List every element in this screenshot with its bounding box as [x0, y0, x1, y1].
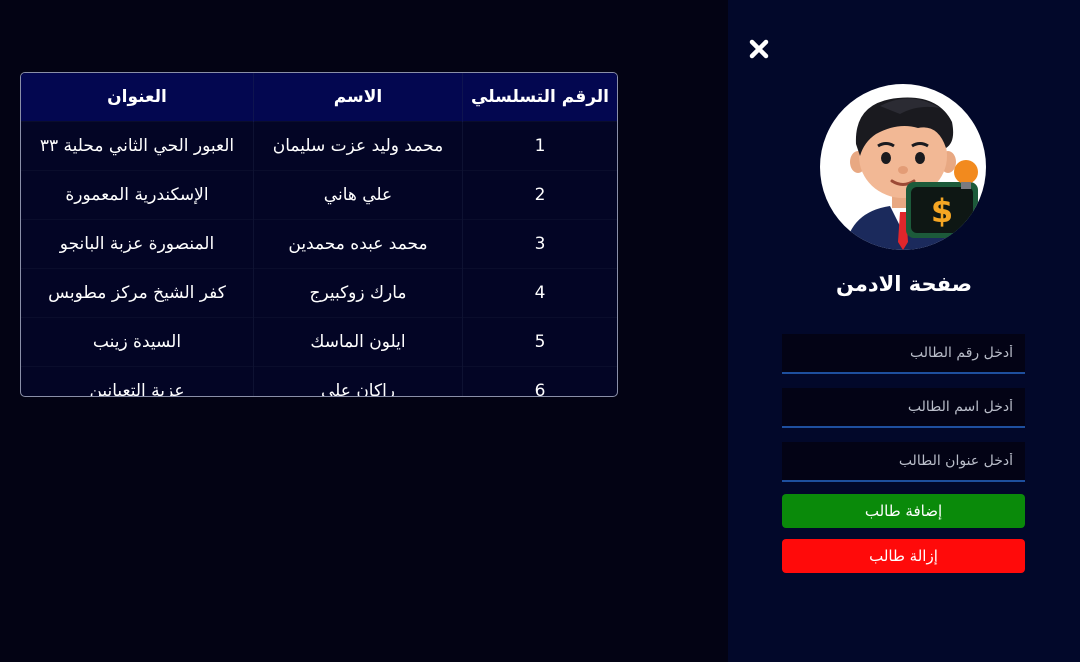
cell-name: مارك زوكبيرج — [253, 268, 463, 318]
table-row[interactable]: 1 محمد وليد عزت سليمان العبور الحي الثان… — [21, 121, 617, 171]
student-id-input[interactable] — [782, 334, 1025, 374]
cell-id: 4 — [462, 268, 617, 318]
cell-name: محمد وليد عزت سليمان — [253, 121, 463, 171]
cell-id: 2 — [462, 170, 617, 220]
header-id: الرقم التسلسلي — [462, 73, 617, 122]
cell-address: الإسكندرية المعمورة — [21, 170, 254, 220]
cell-id: 6 — [462, 366, 617, 396]
students-table-container: الرقم التسلسلي الاسم العنوان 1 محمد وليد… — [20, 72, 618, 397]
table-header-row: الرقم التسلسلي الاسم العنوان — [21, 73, 617, 122]
table-row[interactable]: 5 ايلون الماسك السيدة زينب — [21, 317, 617, 367]
cell-id: 1 — [462, 121, 617, 171]
cell-name: محمد عبده محمدين — [253, 219, 463, 269]
cell-address: السيدة زينب — [21, 317, 254, 367]
table-row[interactable]: 4 مارك زوكبيرج كفر الشيخ مركز مطوبس — [21, 268, 617, 318]
svg-text:$: $ — [931, 192, 953, 230]
page-title: صفحة الادمن — [835, 272, 973, 296]
cell-name: ايلون الماسك — [253, 317, 463, 367]
admin-sidebar: $ صفحة الادمن إضافة طالب إزالة طالب — [728, 0, 1080, 662]
students-table: الرقم التسلسلي الاسم العنوان 1 محمد وليد… — [21, 73, 617, 396]
remove-student-button[interactable]: إزالة طالب — [782, 539, 1025, 573]
cell-id: 3 — [462, 219, 617, 269]
student-address-input[interactable] — [782, 442, 1025, 482]
student-name-input[interactable] — [782, 388, 1025, 428]
table-row[interactable]: 6 راكان علي عزبة التعبانين — [21, 366, 617, 396]
header-name: الاسم — [253, 73, 463, 122]
header-address: العنوان — [21, 73, 254, 122]
add-student-button[interactable]: إضافة طالب — [782, 494, 1025, 528]
table-row[interactable]: 2 علي هاني الإسكندرية المعمورة — [21, 170, 617, 220]
cell-id: 5 — [462, 317, 617, 367]
cell-name: علي هاني — [253, 170, 463, 220]
cell-address: المنصورة عزبة البانجو — [21, 219, 254, 269]
cell-name: راكان علي — [253, 366, 463, 396]
main-content: الرقم التسلسلي الاسم العنوان 1 محمد وليد… — [0, 0, 728, 662]
cell-address: عزبة التعبانين — [21, 366, 254, 396]
cell-address: كفر الشيخ مركز مطوبس — [21, 268, 254, 318]
admin-avatar: $ — [820, 84, 986, 250]
close-icon[interactable] — [748, 38, 770, 60]
cell-address: العبور الحي الثاني محلية ٣٣ — [21, 121, 254, 171]
table-row[interactable]: 3 محمد عبده محمدين المنصورة عزبة البانجو — [21, 219, 617, 269]
